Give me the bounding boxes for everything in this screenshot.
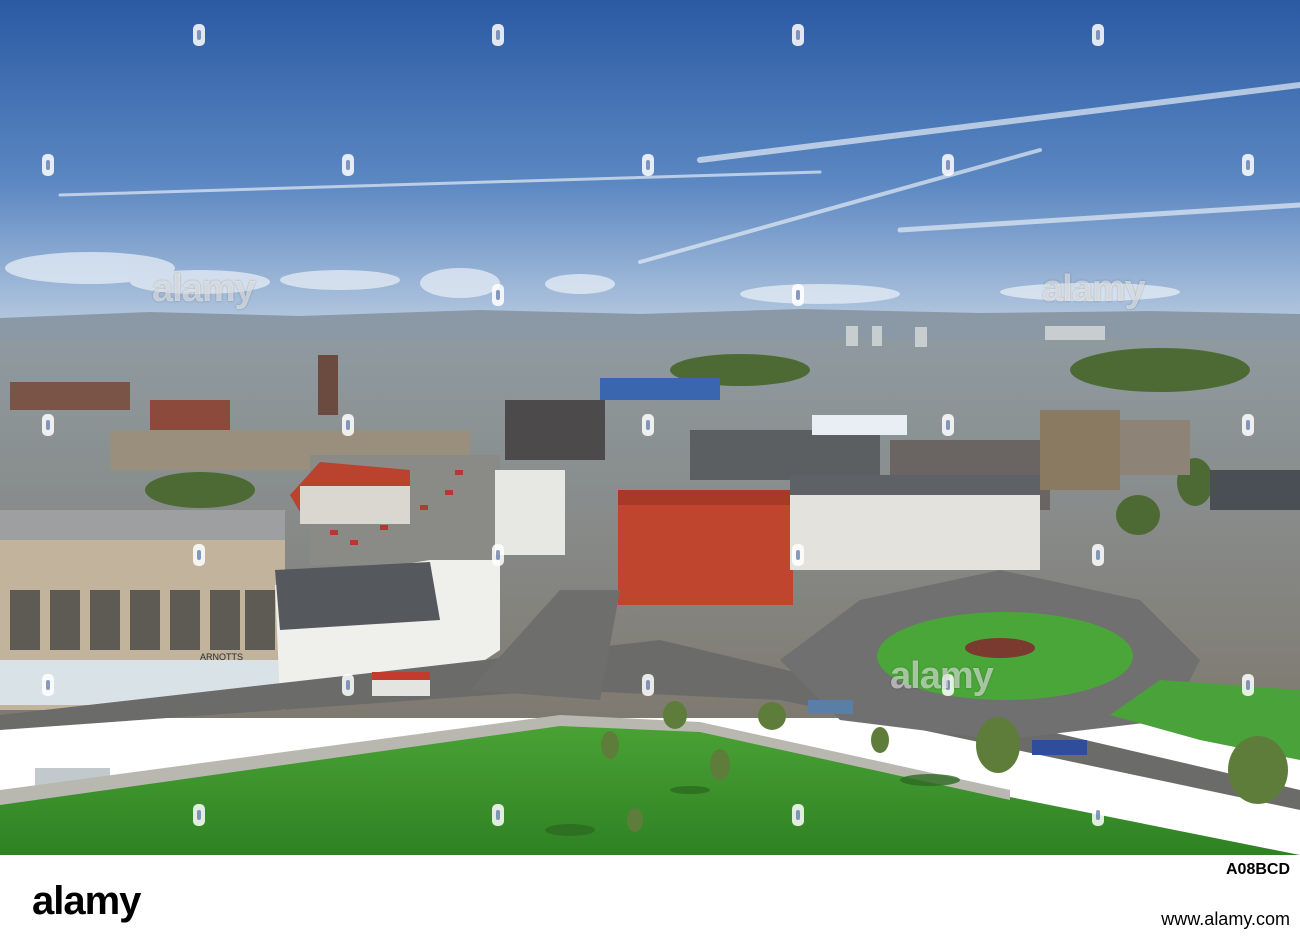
alamy-a-icon bbox=[1092, 804, 1104, 826]
alamy-a-icon bbox=[193, 804, 205, 826]
foreground-park bbox=[0, 722, 1300, 855]
footer-bar: alamy A08BCD www.alamy.com bbox=[0, 855, 1300, 947]
alamy-a-icon bbox=[342, 674, 354, 696]
watermark-text: alamy bbox=[1042, 268, 1146, 310]
alamy-a-icon bbox=[342, 414, 354, 436]
stock-photo-page: { "photo": { "watermark_text": "alamy", … bbox=[0, 0, 1300, 947]
alamy-a-icon bbox=[1092, 24, 1104, 46]
terrace-row bbox=[790, 490, 1040, 570]
navy-car bbox=[1032, 740, 1087, 755]
red-office-building bbox=[618, 500, 793, 605]
alamy-a-icon bbox=[42, 154, 54, 176]
alamy-a-icon bbox=[792, 804, 804, 826]
alamy-a-icon bbox=[792, 24, 804, 46]
alamy-a-icon bbox=[942, 414, 954, 436]
blue-car bbox=[808, 700, 853, 714]
alamy-a-icon bbox=[642, 154, 654, 176]
footer-logo: alamy bbox=[32, 879, 141, 923]
alamy-a-icon bbox=[492, 544, 504, 566]
watermark-text: alamy bbox=[152, 268, 256, 310]
alamy-a-icon bbox=[642, 674, 654, 696]
footer-url: www.alamy.com bbox=[1161, 909, 1290, 929]
alamy-a-icon bbox=[1242, 674, 1254, 696]
alamy-a-icon bbox=[642, 414, 654, 436]
alamy-a-icon bbox=[42, 414, 54, 436]
alamy-a-icon bbox=[942, 154, 954, 176]
alamy-a-icon bbox=[1092, 544, 1104, 566]
alamy-a-icon bbox=[1242, 154, 1254, 176]
watermark-text: alamy bbox=[890, 655, 994, 697]
image-id: A08BCD bbox=[1225, 861, 1290, 878]
alamy-a-icon bbox=[1242, 414, 1254, 436]
alamy-a-icon bbox=[342, 154, 354, 176]
alamy-a-icon bbox=[792, 544, 804, 566]
alamy-a-icon bbox=[792, 284, 804, 306]
alamy-a-icon bbox=[42, 674, 54, 696]
aerial-town-photo: ARNOTTS alamy alamy alamy bbox=[0, 0, 1300, 855]
alamy-a-icon bbox=[492, 24, 504, 46]
alamy-a-icon bbox=[193, 24, 205, 46]
alamy-a-icon bbox=[492, 284, 504, 306]
alamy-a-icon bbox=[492, 804, 504, 826]
alamy-a-icon bbox=[193, 544, 205, 566]
store-sign: ARNOTTS bbox=[200, 652, 243, 662]
